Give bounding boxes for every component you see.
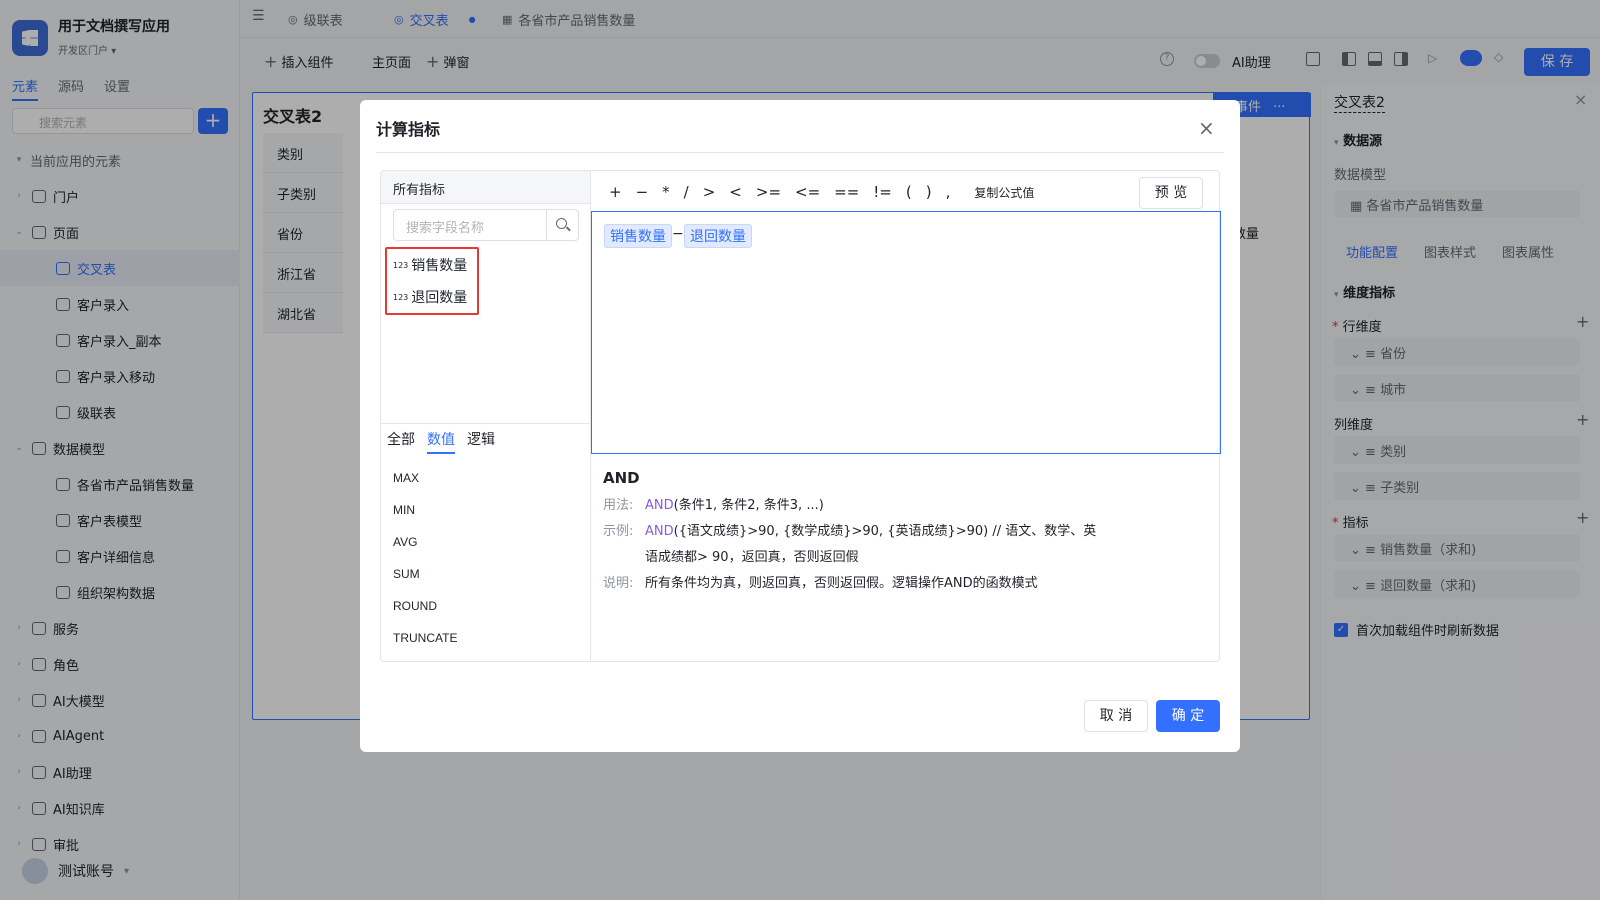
function-name: AND	[603, 469, 640, 487]
doc-example-cont: 语成绩都> 90，返回真，否则返回假	[645, 550, 859, 565]
doc-example: 示例: AND({语文成绩}>90, {数学成绩}>90, {英语成绩}>90) …	[603, 524, 1097, 539]
metrics-panel: 所有指标 搜索字段名称 123 销售数量 123 退回数量 全部 数值 逻辑 MAX…	[381, 171, 591, 661]
op-multiply[interactable]: *	[662, 183, 670, 201]
field-search-input[interactable]: 搜索字段名称	[393, 209, 579, 241]
dialog-body: 所有指标 搜索字段名称 123 销售数量 123 退回数量 全部 数值 逻辑 MAX…	[380, 170, 1221, 662]
all-metrics-header: 所有指标	[381, 171, 590, 204]
formula-panel: + − * / > < >= <= == != ( ) , 复制公式值 预 览 …	[591, 171, 1221, 661]
copy-formula-button[interactable]: 复制公式值	[974, 184, 1034, 201]
op-rparen[interactable]: )	[926, 183, 932, 201]
cancel-button[interactable]: 取 消	[1084, 700, 1148, 732]
function-list: MAX MIN AVG SUM ROUND TRUNCATE	[393, 471, 457, 663]
op-gte[interactable]: >=	[756, 183, 781, 201]
op-lparen[interactable]: (	[906, 183, 912, 201]
field-list: 123 销售数量 123 退回数量	[385, 247, 479, 315]
divider	[376, 152, 1224, 153]
doc-usage: 用法: AND(条件1, 条件2, 条件3, ...)	[603, 498, 824, 513]
function-tabs: 全部 数值 逻辑	[387, 429, 495, 454]
tab-all[interactable]: 全部	[387, 429, 415, 454]
search-icon[interactable]	[546, 210, 578, 240]
formula-operator: −	[672, 226, 684, 242]
divider	[381, 423, 590, 424]
op-lte[interactable]: <=	[795, 183, 820, 201]
tab-logic[interactable]: 逻辑	[467, 429, 495, 454]
doc-description: 说明: 所有条件均为真，则返回真，否则返回假。逻辑操作AND的函数模式	[603, 576, 1038, 591]
op-gt[interactable]: >	[703, 183, 716, 201]
function-item[interactable]: MIN	[393, 503, 457, 535]
function-item[interactable]: TRUNCATE	[393, 631, 457, 663]
calc-metric-dialog: 计算指标 × 所有指标 搜索字段名称 123 销售数量 123 退回数量 全部 数值…	[360, 100, 1240, 752]
op-neq[interactable]: !=	[873, 183, 892, 201]
confirm-button[interactable]: 确 定	[1156, 700, 1220, 732]
preview-button[interactable]: 预 览	[1139, 177, 1203, 209]
op-divide[interactable]: /	[684, 183, 689, 201]
function-item[interactable]: MAX	[393, 471, 457, 503]
op-eq[interactable]: ==	[834, 183, 859, 201]
close-icon[interactable]: ×	[1198, 116, 1215, 140]
dialog-title: 计算指标	[376, 120, 441, 139]
function-doc: AND 用法: AND(条件1, 条件2, 条件3, ...) 示例: AND({语…	[603, 469, 1203, 597]
formula-token[interactable]: 销售数量	[604, 224, 672, 248]
function-item[interactable]: ROUND	[393, 599, 457, 631]
operator-bar: + − * / > < >= <= == != ( ) , 复制公式值	[609, 183, 1034, 201]
field-item[interactable]: 123 销售数量	[387, 249, 477, 281]
function-item[interactable]: AVG	[393, 535, 457, 567]
op-lt[interactable]: <	[729, 183, 742, 201]
tab-numeric[interactable]: 数值	[427, 429, 455, 454]
formula-token[interactable]: 退回数量	[684, 224, 752, 248]
number-type-icon: 123	[393, 292, 409, 302]
op-minus[interactable]: −	[636, 183, 649, 201]
formula-editor[interactable]: 销售数量 − 退回数量	[591, 211, 1221, 454]
number-type-icon: 123	[393, 260, 409, 270]
op-plus[interactable]: +	[609, 183, 622, 201]
op-comma[interactable]: ,	[946, 183, 951, 201]
field-item[interactable]: 123 退回数量	[387, 281, 477, 313]
function-item[interactable]: SUM	[393, 567, 457, 599]
